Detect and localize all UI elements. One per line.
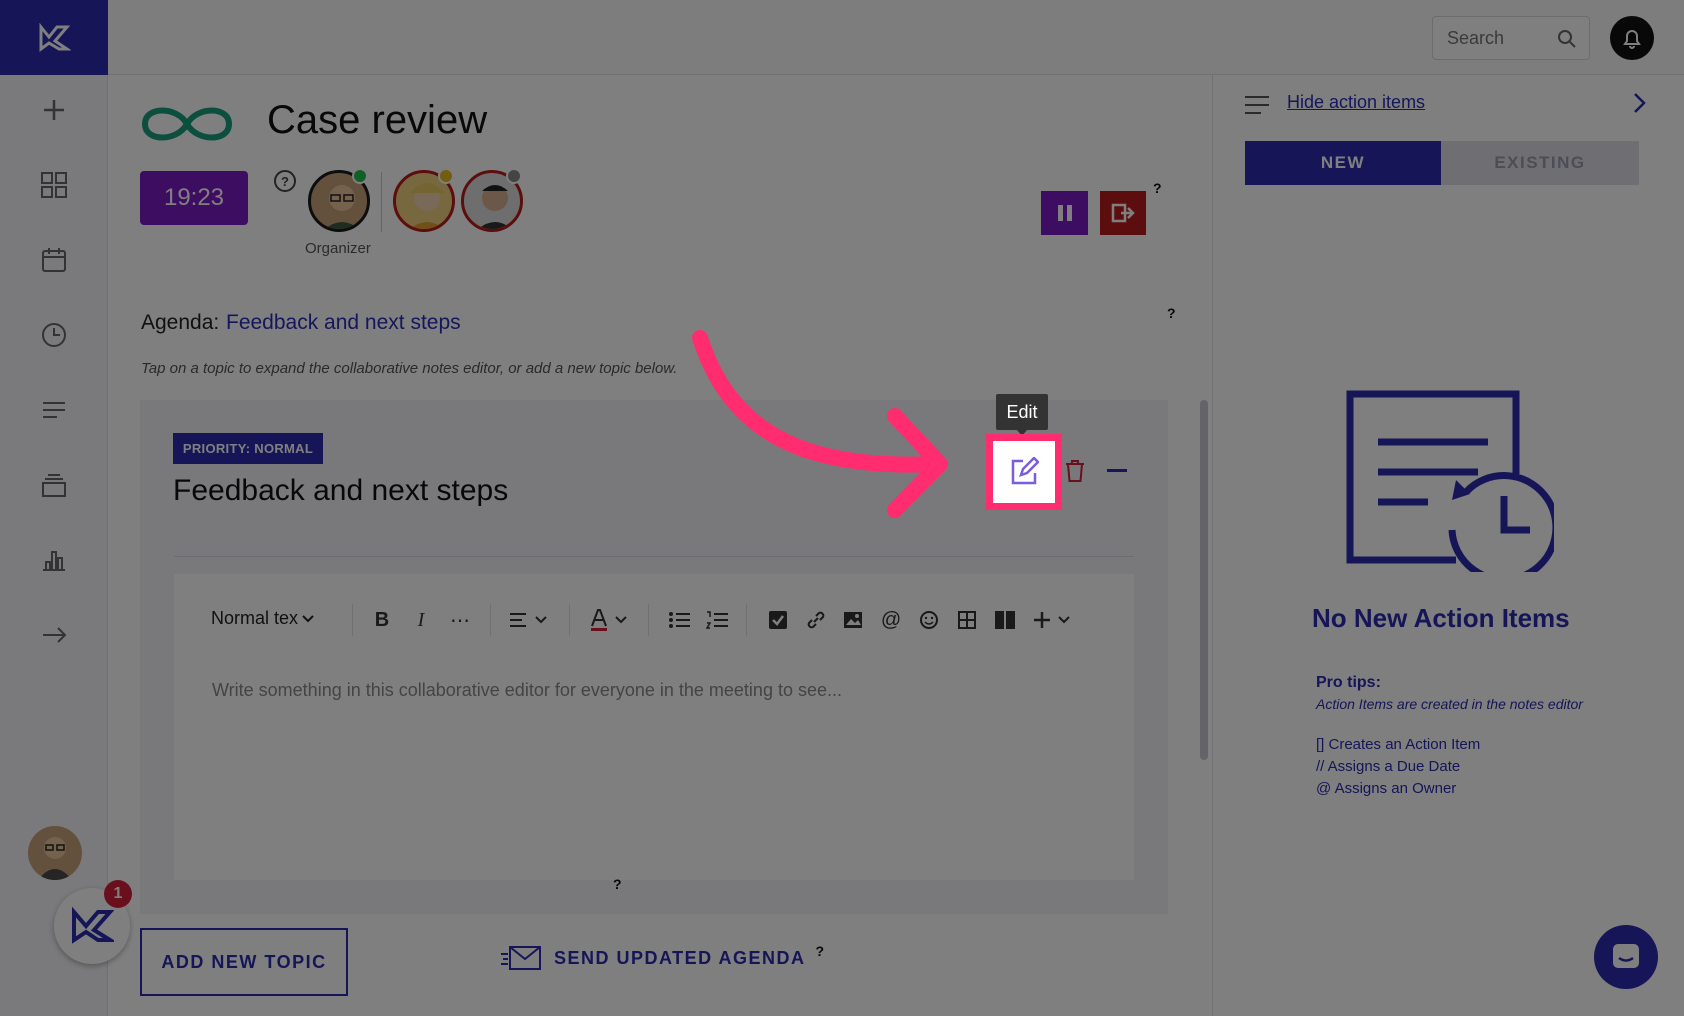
exit-icon xyxy=(1111,203,1135,223)
minus-icon xyxy=(1107,469,1127,472)
agenda-label: Agenda: xyxy=(141,311,220,334)
align-icon[interactable] xyxy=(506,605,550,635)
tip-item: // Assigns a Due Date xyxy=(1316,758,1461,775)
menu-icon[interactable] xyxy=(1244,95,1270,115)
add-new-topic-button[interactable]: ADD NEW TOPIC xyxy=(140,928,348,996)
edit-tooltip: Edit xyxy=(996,394,1048,430)
main-scrollbar[interactable] xyxy=(1200,400,1208,760)
trash-icon xyxy=(1066,460,1084,482)
more-formatting-icon[interactable]: ⋯ xyxy=(445,605,475,635)
columns-icon[interactable] xyxy=(990,605,1020,635)
search-input[interactable] xyxy=(1447,27,1547,49)
send-updated-agenda-button[interactable]: SEND UPDATED AGENDA ? xyxy=(500,943,826,972)
search-icon[interactable] xyxy=(1557,29,1577,49)
text-format-select[interactable]: Normal tex xyxy=(211,608,314,629)
bell-icon xyxy=(1623,30,1641,49)
pause-meeting-button[interactable] xyxy=(1041,191,1088,235)
clock-icon[interactable] xyxy=(34,315,74,355)
app-logo[interactable] xyxy=(0,0,108,75)
editor-help-mark[interactable]: ? xyxy=(613,876,622,892)
bold-icon[interactable]: B xyxy=(367,605,397,635)
notifications-button[interactable] xyxy=(1610,16,1654,60)
away-status-dot xyxy=(438,168,454,184)
topic-hint: Tap on a topic to expand the collaborati… xyxy=(141,360,678,377)
infinity-logo-icon xyxy=(141,107,233,141)
action-items-empty-icon xyxy=(1346,390,1554,572)
calendar-icon[interactable] xyxy=(34,240,74,280)
toolbar-divider xyxy=(648,604,649,636)
chart-icon[interactable] xyxy=(34,540,74,580)
delete-topic-button[interactable] xyxy=(1062,456,1088,486)
pro-tips-subtitle: Action Items are created in the notes ed… xyxy=(1316,696,1583,712)
checkbox-icon[interactable] xyxy=(763,605,793,635)
numbered-list-icon[interactable] xyxy=(702,605,732,635)
toolbar-divider xyxy=(352,604,353,636)
tip-item: @ Assigns an Owner xyxy=(1316,780,1457,797)
tab-existing[interactable]: EXISTING xyxy=(1441,141,1639,185)
logo-icon xyxy=(39,22,71,52)
online-status-dot xyxy=(352,168,368,184)
emoji-icon[interactable] xyxy=(914,605,944,635)
toolbar-divider xyxy=(746,604,747,636)
notification-badge: 1 xyxy=(104,880,132,908)
organizer-label: Organizer xyxy=(305,240,371,257)
offline-status-dot xyxy=(506,168,522,184)
italic-icon[interactable]: I xyxy=(406,605,436,635)
archive-icon[interactable] xyxy=(34,465,74,505)
tab-new[interactable]: NEW xyxy=(1245,141,1441,185)
mention-icon[interactable]: @ xyxy=(876,605,906,635)
chevron-down-icon xyxy=(302,614,314,622)
leave-meeting-button[interactable] xyxy=(1100,191,1146,235)
pro-tips-heading: Pro tips: xyxy=(1316,674,1381,691)
envelope-icon xyxy=(501,946,541,970)
pause-icon xyxy=(1057,205,1072,221)
editor-placeholder[interactable]: Write something in this collaborative ed… xyxy=(212,680,842,701)
meeting-title: Case review xyxy=(267,98,488,142)
text-format-value: Normal tex xyxy=(211,608,299,628)
search-box[interactable] xyxy=(1432,16,1590,60)
controls-help-mark[interactable]: ? xyxy=(1153,180,1162,196)
collapse-topic-button[interactable] xyxy=(1104,458,1130,484)
image-icon[interactable] xyxy=(838,605,868,635)
add-icon[interactable] xyxy=(34,90,74,130)
chat-launcher-button[interactable] xyxy=(1594,925,1658,989)
tip-item: [] Creates an Action Item xyxy=(1316,736,1481,753)
hide-action-items-link[interactable]: Hide action items xyxy=(1287,92,1425,113)
priority-badge: PRIORITY: NORMAL xyxy=(173,433,323,464)
table-icon[interactable] xyxy=(952,605,982,635)
link-icon[interactable] xyxy=(801,605,831,635)
bullet-list-icon[interactable] xyxy=(664,605,694,635)
send-help-mark[interactable]: ? xyxy=(816,943,826,959)
text-color-icon[interactable] xyxy=(586,605,630,635)
dashboard-icon[interactable] xyxy=(34,165,74,205)
chat-icon xyxy=(1613,944,1639,968)
edit-icon xyxy=(1011,457,1039,485)
empty-state-title: No New Action Items xyxy=(1312,603,1570,633)
avatar-divider xyxy=(381,172,382,232)
toolbar-divider xyxy=(490,604,491,636)
edit-topic-button[interactable] xyxy=(986,434,1062,510)
logo-icon xyxy=(72,906,114,944)
agenda-link[interactable]: Feedback and next steps xyxy=(226,311,461,335)
toolbar-divider xyxy=(569,604,570,636)
user-avatar[interactable] xyxy=(28,826,82,880)
meeting-timer: 19:23 xyxy=(140,171,248,225)
agenda-help-mark[interactable]: ? xyxy=(1167,305,1176,321)
arrow-right-icon[interactable] xyxy=(34,615,74,655)
list-icon[interactable] xyxy=(34,390,74,430)
insert-more-icon[interactable] xyxy=(1031,605,1075,635)
send-agenda-label: SEND UPDATED AGENDA xyxy=(554,947,806,968)
topic-title[interactable]: Feedback and next steps xyxy=(173,474,508,508)
help-icon[interactable]: ? xyxy=(274,170,296,192)
topic-divider xyxy=(174,556,1134,557)
chevron-right-icon[interactable] xyxy=(1632,92,1648,114)
